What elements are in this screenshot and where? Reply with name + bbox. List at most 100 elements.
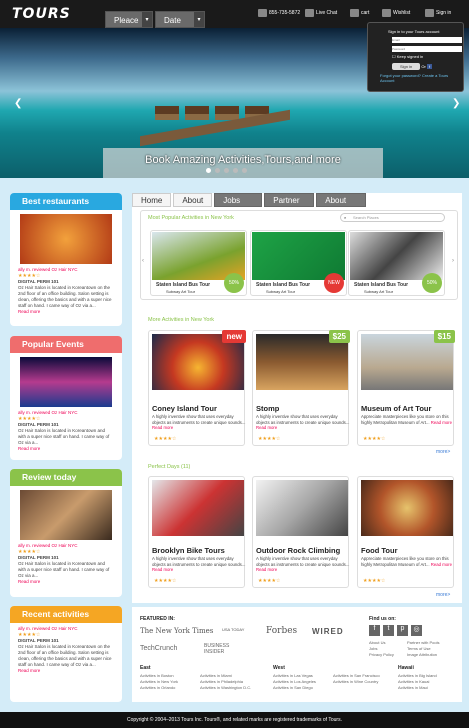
nav-tab-date[interactable]: Date ▾ xyxy=(155,11,205,28)
more-link[interactable]: more> xyxy=(436,449,450,455)
forgot-link[interactable]: Forgot your password? Create a Tours Acc… xyxy=(380,73,457,83)
activity-card[interactable]: Outdoor Rock Climbing A highly inventive… xyxy=(252,476,349,588)
section-title: Popular Events xyxy=(10,336,122,353)
region-link[interactable]: Activities in Big Island xyxy=(398,673,458,678)
region-link[interactable]: Activities in Orlando xyxy=(140,685,200,690)
region-link[interactable]: Activities in Kauai xyxy=(398,679,458,684)
popular-card[interactable]: Staten Island Bus Tour Subway Art Tour 5… xyxy=(150,230,247,296)
activity-card[interactable]: $25 Stomp A highly inventive show that u… xyxy=(252,330,350,446)
read-more-link[interactable]: Read more xyxy=(431,420,452,425)
search-icon: ⌕ xyxy=(344,215,347,220)
rating-stars: ★★★★☆ xyxy=(363,436,386,442)
read-more-link[interactable]: Read more xyxy=(152,567,173,572)
region-link[interactable]: Activities in Miami xyxy=(200,673,270,678)
next-arrow-icon[interactable]: ❯ xyxy=(452,98,460,109)
phone-link[interactable]: 855-735-5872 xyxy=(258,9,300,17)
email-field[interactable] xyxy=(392,37,462,43)
cart-link[interactable]: cart xyxy=(350,9,369,17)
sidebar-recent-activities: Recent activities ally m. reviewed Oz Ha… xyxy=(10,606,122,702)
climbing-image xyxy=(256,480,348,536)
or-label: Or xyxy=(421,64,426,69)
tab-about[interactable]: About xyxy=(173,193,213,207)
review-text: Oz Hair Salon is located in Koreantown a… xyxy=(18,428,110,445)
footer-link[interactable]: Privacy Policy xyxy=(369,652,407,657)
tours-logo[interactable]: TOURS xyxy=(12,6,71,22)
search-input[interactable]: ⌕ Search Places xyxy=(340,213,445,222)
read-more-link[interactable]: Read more xyxy=(18,579,40,584)
footer-link[interactable]: Partner with Pools xyxy=(407,640,455,645)
tab-about-2[interactable]: About xyxy=(316,193,367,207)
card-title: Outdoor Rock Climbing xyxy=(256,546,341,555)
pinterest-icon[interactable]: p xyxy=(397,625,408,636)
city-night-image xyxy=(20,357,112,407)
signin-link[interactable]: Sign in xyxy=(425,9,451,17)
region-link[interactable]: Activities in Philadelphia xyxy=(200,679,270,684)
section-title: Review today xyxy=(10,469,122,486)
region-link[interactable]: Activities in San Diego xyxy=(273,685,333,690)
signin-button[interactable]: Sign in xyxy=(392,63,421,70)
section-title: Best restaurants xyxy=(10,193,122,210)
password-field[interactable] xyxy=(392,46,462,52)
twitter-icon[interactable]: t xyxy=(383,625,394,636)
footer-link[interactable]: Image Attribution xyxy=(407,652,455,657)
instagram-icon[interactable]: ◎ xyxy=(411,625,422,636)
activity-card[interactable]: $15 Museum of Art Tour Appreciate master… xyxy=(357,330,455,446)
prev-arrow-icon[interactable]: ‹ xyxy=(142,258,144,264)
rating-stars: ★★★★☆ xyxy=(154,436,177,442)
more-link[interactable]: more> xyxy=(436,592,450,598)
read-more-link[interactable]: Read more xyxy=(18,446,40,451)
read-more-link[interactable]: Read more xyxy=(431,562,452,567)
region-link[interactable]: Activities in Boston xyxy=(140,673,200,678)
read-more-link[interactable]: Read more xyxy=(256,567,277,572)
copyright-footer: Copyright © 2004–2013 Tours Inc. Tours®,… xyxy=(0,712,469,728)
region-link[interactable]: Activities in Los Angeles xyxy=(273,679,333,684)
read-more-link[interactable]: Read more xyxy=(256,425,277,430)
popular-card[interactable]: Staten Island Bus Tour Subway Art Tour 5… xyxy=(348,230,445,296)
chat-icon xyxy=(305,9,314,17)
activity-card[interactable]: Food Tour Appreciate masterpieces like y… xyxy=(357,476,454,588)
tab-partner[interactable]: Partner xyxy=(264,193,315,207)
food-image xyxy=(361,480,453,536)
keep-signed-in[interactable]: ☐ Keep signed in xyxy=(392,54,457,59)
login-popup: Sign in to your Tours account ☐ Keep sig… xyxy=(367,22,464,92)
popular-card[interactable]: Staten Island Bus Tour Subway Art Tour N… xyxy=(250,230,347,296)
more-activities-title: More Activities in New York xyxy=(148,317,215,323)
content-tabs: Home About Jobs Partner About xyxy=(132,193,367,207)
facebook-icon[interactable]: f xyxy=(369,625,380,636)
region-link[interactable]: Activities in New York xyxy=(140,679,200,684)
tab-home[interactable]: Home xyxy=(132,193,172,207)
region-link[interactable]: Activities in Maui xyxy=(398,685,458,690)
phone-icon xyxy=(258,9,267,17)
biz-name: DIGITAL PERM 101 xyxy=(18,555,59,560)
overwater-hut xyxy=(155,106,179,120)
chevron-down-icon: ▾ xyxy=(142,12,152,27)
region-link[interactable]: Activities in Washington D.C. xyxy=(200,685,270,690)
facebook-icon[interactable]: f xyxy=(426,64,433,69)
activity-card[interactable]: Brooklyn Bike Tours A highly inventive s… xyxy=(148,476,245,588)
read-more-link[interactable]: Read more xyxy=(152,425,173,430)
card-title: Food Tour xyxy=(361,546,398,555)
popular-title: Most Popular Activities in New York xyxy=(148,215,234,221)
carousel-dots[interactable] xyxy=(206,168,247,173)
pizza-image xyxy=(20,214,112,264)
rating-stars: ★★★★☆ xyxy=(154,578,177,584)
region-link[interactable]: Activities in San Francisco xyxy=(333,673,397,678)
footer-link[interactable]: Terms of Use xyxy=(407,646,455,651)
techcrunch-logo: TechCrunch xyxy=(140,645,178,652)
next-arrow-icon[interactable]: › xyxy=(452,258,454,264)
wishlist-link[interactable]: Wishlist xyxy=(382,9,410,17)
prev-arrow-icon[interactable]: ❮ xyxy=(14,98,22,109)
biz-name: DIGITAL PERM 101 xyxy=(18,279,59,284)
region-link[interactable]: Activities in Las Vegas xyxy=(273,673,333,678)
activity-card[interactable]: new Coney Island Tour A highly inventive… xyxy=(148,330,246,446)
footer-link[interactable]: Jobs xyxy=(369,646,407,651)
nav-tab-place[interactable]: Pleace ▾ xyxy=(105,11,153,28)
biz-name: DIGITAL PERM 101 xyxy=(18,638,59,643)
tab-jobs[interactable]: Jobs xyxy=(214,193,263,207)
footer-link[interactable]: About Us xyxy=(369,640,407,645)
region-link[interactable]: Activities in Wine Country xyxy=(333,679,397,684)
read-more-link[interactable]: Read more xyxy=(18,668,40,673)
chat-link[interactable]: Live Chat xyxy=(305,9,337,17)
region-west: West xyxy=(273,665,285,671)
read-more-link[interactable]: Read more xyxy=(18,309,40,314)
